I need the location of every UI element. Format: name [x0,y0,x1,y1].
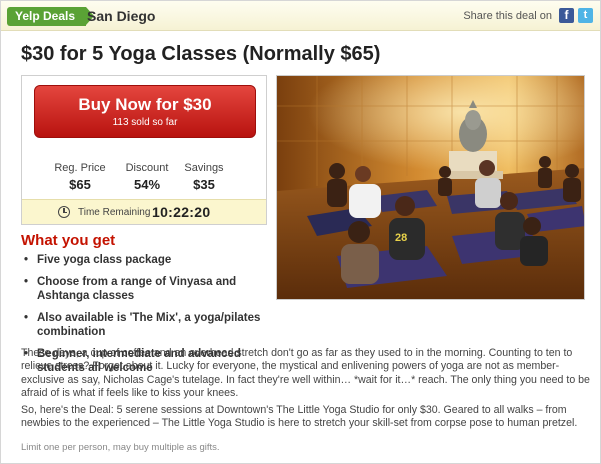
yelp-deals-tag[interactable]: Yelp Deals [7,7,95,26]
buy-now-button[interactable]: Buy Now for $30 113 sold so far [34,85,256,138]
stat-label: Discount [125,162,169,174]
time-remaining-label: Time Remaining [78,207,151,218]
description-paragraph-2: So, here's the Deal: 5 serene sessions a… [21,404,578,430]
list-item: Five yoga class package [23,253,268,267]
sold-count: 113 sold so far [112,117,178,128]
yoga-class-illustration: 28 [277,76,584,299]
time-remaining-bar: Time Remaining 10:22:20 [22,199,266,224]
city-label[interactable]: San Diego [87,6,155,26]
fine-print: Limit one per person, may buy multiple a… [21,442,220,453]
stat-value: $35 [193,177,215,192]
stat-savings: Savings $35 [176,162,232,193]
what-you-get-heading: What you get [21,232,116,249]
facebook-icon[interactable]: f [559,8,574,23]
time-remaining-value: 10:22:20 [152,204,211,220]
stat-value: $65 [69,177,91,192]
stat-label: Savings [184,162,224,174]
shirt-number: 28 [395,232,407,244]
clock-icon [58,206,70,218]
stat-label: Reg. Price [54,162,106,174]
stat-reg-price: Reg. Price $65 [52,162,108,193]
share-text: Share this deal on [463,10,552,22]
deal-header-bar: Yelp Deals San Diego Share this deal on … [1,1,600,31]
list-item: Choose from a range of Vinyasa and Ashta… [23,275,268,303]
stat-value: 54% [133,177,161,192]
deal-title: $30 for 5 Yoga Classes (Normally $65) [21,43,381,65]
yoga-class-photo: 28 [276,75,585,300]
twitter-icon[interactable]: t [578,8,593,23]
description-paragraph-1: These days, a cup of coffee and an overh… [21,347,590,400]
deal-page: Yelp Deals San Diego Share this deal on … [0,0,601,464]
buy-box: Buy Now for $30 113 sold so far Reg. Pri… [21,75,267,225]
list-item: Also available is 'The Mix', a yoga/pila… [23,311,268,339]
stat-discount: Discount 54% [119,162,175,193]
buy-now-label: Buy Now for $30 [78,95,212,114]
